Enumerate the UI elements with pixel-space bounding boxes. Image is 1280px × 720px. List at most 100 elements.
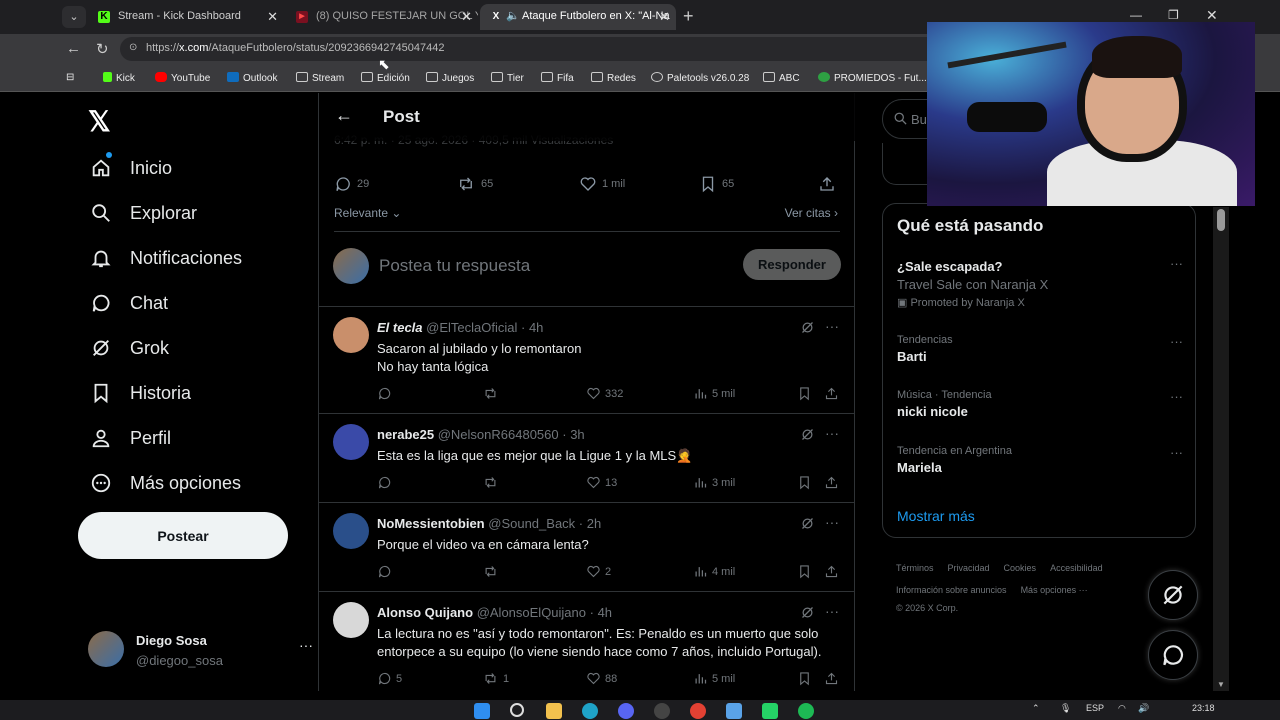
show-more-link[interactable]: Mostrar más (897, 508, 975, 524)
new-tab-button[interactable]: + (683, 6, 694, 27)
share-button[interactable] (818, 175, 841, 193)
wifi-icon[interactable]: ◠ (1118, 703, 1126, 714)
more-icon[interactable]: ··· (1170, 256, 1183, 271)
reload-icon[interactable]: ↻ (96, 40, 109, 58)
repost-button[interactable]: 65 (456, 175, 493, 193)
bookmark-paletools[interactable]: Paletools v26.0.28 (651, 72, 749, 84)
reply-icon[interactable] (377, 564, 396, 579)
more-icon[interactable]: ··· (825, 514, 839, 530)
account-switcher[interactable]: Diego Sosa @diegoo_sosa ··· (88, 629, 313, 671)
language-indicator[interactable]: ESP (1086, 703, 1104, 713)
footer-link[interactable]: Privacidad (948, 563, 990, 573)
like-button[interactable]: 13 (586, 475, 617, 490)
url-bar[interactable]: ⊙ https://x.com/AtaqueFutbolero/status/2… (120, 37, 940, 61)
edge-icon[interactable] (582, 703, 598, 719)
bookmark-folder-stream[interactable]: Stream (296, 72, 344, 84)
minimize-icon[interactable]: — (1130, 8, 1142, 22)
trend-item[interactable]: Tendencias Barti ··· (897, 334, 1183, 364)
trend-item[interactable]: Música · Tendencia nicki nicole ··· (897, 389, 1183, 419)
chrome-icon[interactable] (690, 703, 706, 719)
bookmark-youtube[interactable]: YouTube (155, 72, 210, 84)
more-icon[interactable]: ··· (825, 603, 839, 619)
tab-list-button[interactable]: ⌄ (62, 6, 86, 28)
like-button[interactable]: 2 (586, 564, 611, 579)
share-icon[interactable] (824, 671, 843, 686)
trend-item[interactable]: Tendencia en Argentina Mariela ··· (897, 445, 1183, 475)
bookmark-button[interactable]: 65 (699, 175, 734, 193)
tray-chevron-icon[interactable]: ⌃ (1032, 703, 1040, 714)
post-button[interactable]: Postear (78, 512, 288, 559)
share-icon[interactable] (824, 564, 843, 579)
views-button[interactable]: 5 mil (693, 386, 735, 401)
nav-item-mas-opciones[interactable]: Más opciones (90, 468, 241, 498)
search-icon[interactable] (510, 703, 524, 717)
repost-icon[interactable] (482, 564, 503, 579)
share-icon[interactable] (824, 475, 843, 490)
bookmark-icon[interactable] (797, 671, 816, 686)
sort-dropdown[interactable]: Relevante ⌄ (334, 206, 401, 220)
reply-button[interactable]: 29 (334, 175, 369, 193)
avatar[interactable] (333, 317, 369, 353)
x-logo[interactable]: 𝕏 (88, 105, 111, 138)
avatar[interactable] (333, 424, 369, 460)
bookmark-folder-tier[interactable]: Tier (491, 72, 524, 84)
grok-icon[interactable] (800, 516, 815, 536)
back-arrow-icon[interactable]: ← (66, 40, 81, 57)
bookmark-outlook[interactable]: Outlook (227, 72, 277, 84)
share-icon[interactable] (824, 386, 843, 401)
like-button[interactable]: 332 (586, 386, 623, 401)
bookmark-abc[interactable]: ABC (763, 72, 800, 84)
whatsapp-icon[interactable] (762, 703, 778, 719)
restore-icon[interactable]: ❐ (1168, 8, 1179, 22)
footer-link[interactable]: Más opciones ··· (1021, 585, 1088, 595)
nav-item-explorar[interactable]: Explorar (90, 198, 197, 228)
repost-icon[interactable] (482, 475, 503, 490)
grok-icon[interactable] (800, 427, 815, 447)
reply-icon[interactable] (377, 386, 396, 401)
scroll-down-icon[interactable]: ▼ (1217, 680, 1225, 689)
more-icon[interactable]: ··· (825, 318, 839, 334)
reply-input[interactable]: Postea tu respuesta (379, 256, 530, 276)
grok-icon[interactable] (800, 320, 815, 340)
more-icon[interactable]: ··· (1170, 389, 1183, 404)
footer-link[interactable]: Información sobre anuncios (896, 585, 1007, 595)
more-icon[interactable]: ··· (1170, 334, 1183, 349)
volume-icon[interactable]: 🔊 (1138, 703, 1149, 714)
scrollbar-thumb[interactable] (1217, 209, 1225, 231)
site-info-icon[interactable]: ⊙ (129, 42, 137, 53)
bookmark-folder-fifa[interactable]: Fifa (541, 72, 574, 84)
reply-button[interactable]: 5 (377, 671, 402, 686)
grok-icon[interactable] (800, 605, 815, 625)
nav-item-notificaciones[interactable]: Notificaciones (90, 243, 242, 273)
bookmark-icon[interactable] (797, 475, 816, 490)
nav-item-perfil[interactable]: Perfil (90, 423, 171, 453)
footer-link[interactable]: Términos (896, 563, 934, 573)
close-icon[interactable]: ✕ (461, 9, 472, 25)
nav-item-grok[interactable]: Grok (90, 333, 169, 363)
file-explorer-icon[interactable] (546, 703, 562, 719)
footer-link[interactable]: Accesibilidad (1050, 563, 1103, 573)
nav-item-historia[interactable]: Historia (90, 378, 191, 408)
avatar[interactable] (333, 602, 369, 638)
bookmarks-menu-icon[interactable]: ⊟ (66, 72, 74, 83)
more-icon[interactable]: ··· (1170, 445, 1183, 460)
views-button[interactable]: 3 mil (693, 475, 735, 490)
messages-fab-button[interactable] (1148, 630, 1198, 680)
close-icon[interactable]: ✕ (267, 9, 278, 25)
notepad-icon[interactable] (726, 703, 742, 719)
reply-submit-button[interactable]: Responder (743, 249, 841, 280)
bookmark-folder-redes[interactable]: Redes (591, 72, 636, 84)
avatar[interactable] (333, 513, 369, 549)
tab-x-post[interactable]: X 🔈 Ataque Futbolero en X: "Al-Na ✕ (480, 4, 676, 30)
reply-icon[interactable] (377, 475, 396, 490)
like-button[interactable]: 1 mil (579, 175, 625, 193)
bookmark-promiedos[interactable]: PROMIEDOS - Fut... (818, 72, 927, 84)
repost-button[interactable]: 1 (482, 671, 509, 686)
bookmark-icon[interactable] (797, 386, 816, 401)
spotify-icon[interactable] (798, 703, 814, 719)
more-icon[interactable]: ··· (825, 425, 839, 441)
app-icon[interactable] (654, 703, 670, 719)
bookmark-folder-edicion[interactable]: Edición (361, 72, 410, 84)
reply-tweet[interactable]: NoMessientobien @Sound_Back · 2h ··· Por… (319, 503, 855, 591)
nav-item-inicio[interactable]: Inicio (90, 153, 172, 183)
